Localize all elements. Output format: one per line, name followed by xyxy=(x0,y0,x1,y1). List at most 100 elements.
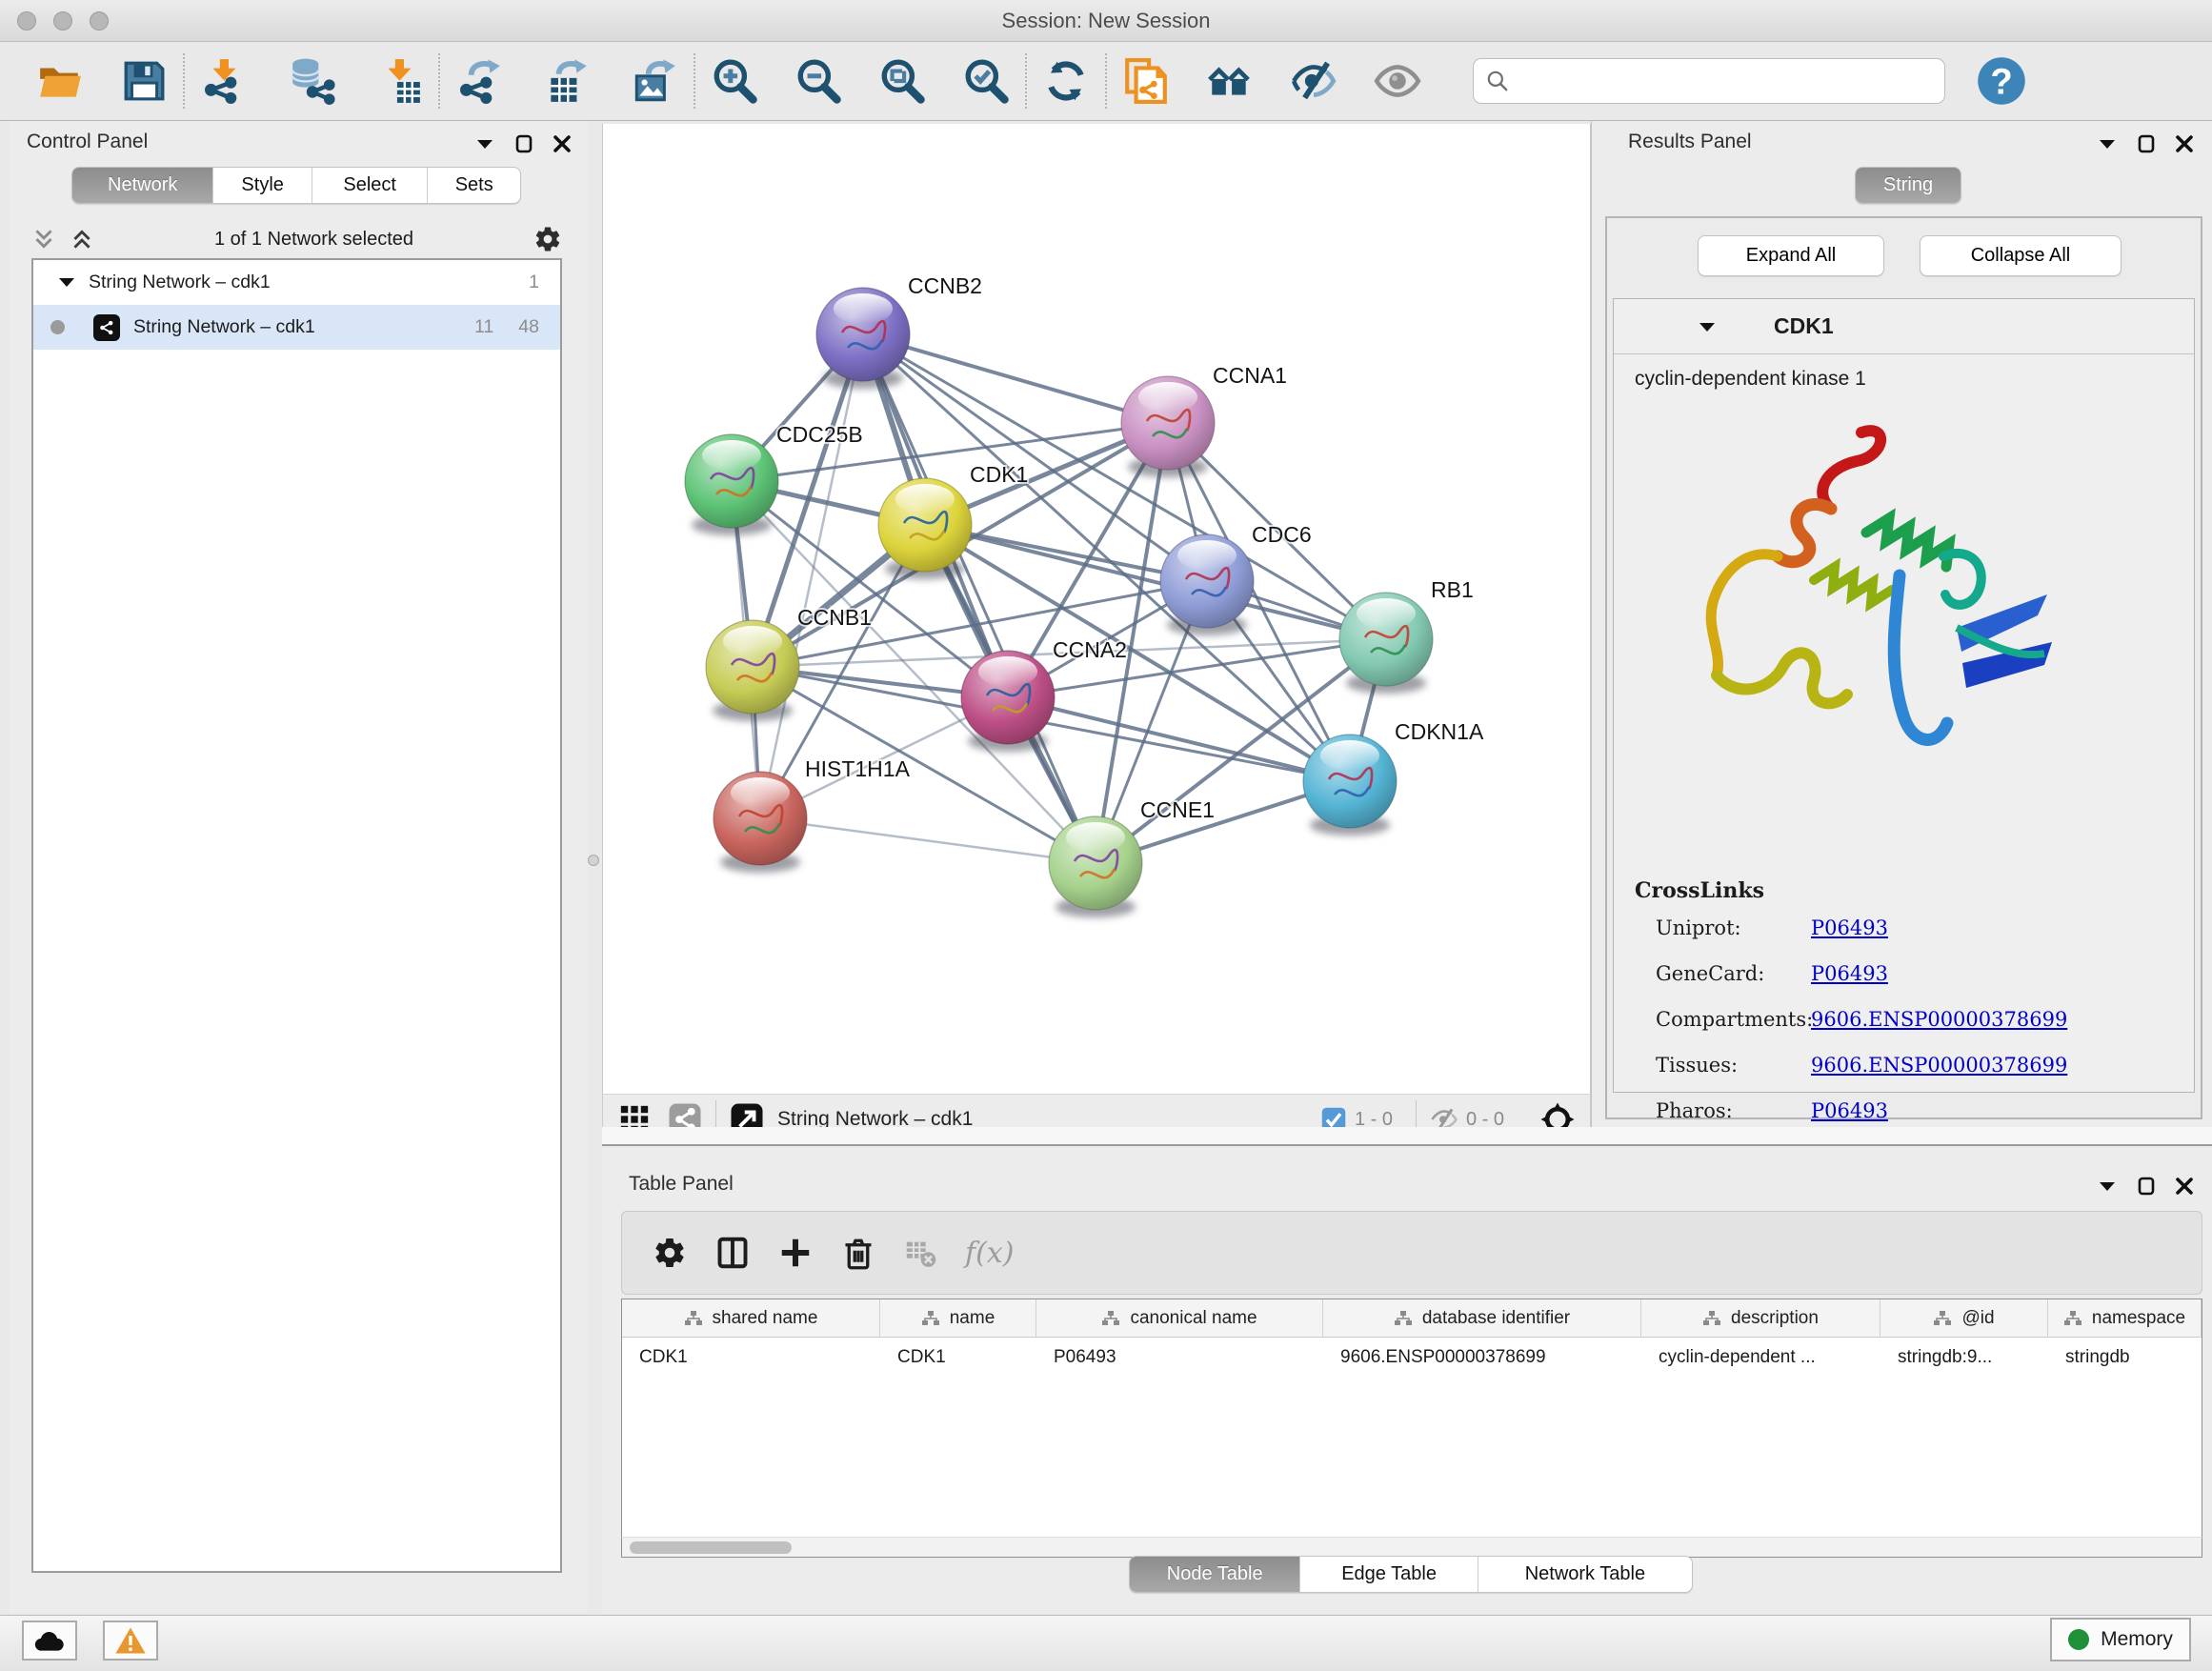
tab-node-table[interactable]: Node Table xyxy=(1130,1557,1299,1592)
table-cell[interactable]: stringdb:9... xyxy=(1880,1338,2048,1379)
cloud-status-button[interactable] xyxy=(22,1621,77,1661)
crosslink-link[interactable]: P06493 xyxy=(1811,1099,1888,1122)
memory-button[interactable]: Memory xyxy=(2050,1618,2191,1661)
column-header-shared-name[interactable]: shared name xyxy=(622,1299,880,1337)
column-header-description[interactable]: description xyxy=(1641,1299,1880,1337)
column-type-icon xyxy=(1933,1310,1952,1327)
tab-network[interactable]: Network xyxy=(72,168,212,203)
panel-float-icon[interactable] xyxy=(515,134,533,153)
panel-float-icon[interactable] xyxy=(2138,134,2155,153)
zoom-fit-button[interactable] xyxy=(873,51,932,111)
add-column-icon[interactable] xyxy=(778,1236,813,1270)
panel-close-icon[interactable] xyxy=(2176,1178,2193,1195)
network-row[interactable]: String Network – cdk1 11 48 xyxy=(33,305,560,350)
panel-close-icon[interactable] xyxy=(2176,135,2193,152)
expand-all-button[interactable]: Expand All xyxy=(1698,235,1884,276)
export-network-button[interactable] xyxy=(450,51,509,111)
table-gear-icon[interactable] xyxy=(653,1236,687,1270)
panel-menu-icon[interactable] xyxy=(2098,1179,2117,1193)
table-cell[interactable]: stringdb xyxy=(2048,1338,2202,1379)
network-edge-HIST1H1A-CCNE1[interactable] xyxy=(760,818,1096,863)
open-session-button[interactable] xyxy=(30,51,90,111)
crosslink-row: Uniprot:P06493 xyxy=(1635,916,2175,939)
copy-document-button[interactable] xyxy=(1116,51,1176,111)
tab-select[interactable]: Select xyxy=(312,168,427,203)
collapse-all-chevrons-icon[interactable] xyxy=(31,227,56,252)
column-header-namespace[interactable]: namespace xyxy=(2048,1299,2202,1337)
crosslink-link[interactable]: 9606.ENSP00000378699 xyxy=(1811,1008,2067,1031)
scrollbar-thumb[interactable] xyxy=(630,1541,792,1554)
refresh-button[interactable] xyxy=(1036,51,1096,111)
import-network-from-database-button[interactable] xyxy=(282,51,341,111)
tree-expander-icon[interactable] xyxy=(58,276,75,290)
node-result-header[interactable]: CDK1 xyxy=(1614,299,2194,354)
import-table-from-file-button[interactable] xyxy=(370,51,429,111)
panel-menu-icon[interactable] xyxy=(2098,137,2117,151)
tab-sets[interactable]: Sets xyxy=(427,168,520,203)
column-header-database-identifier[interactable]: database identifier xyxy=(1323,1299,1641,1337)
delete-column-trash-icon[interactable] xyxy=(841,1236,875,1270)
zoom-selected-button[interactable] xyxy=(956,51,1016,111)
zoom-out-button[interactable] xyxy=(789,51,848,111)
network-node-CDK1[interactable] xyxy=(878,478,972,579)
network-node-HIST1H1A[interactable] xyxy=(714,772,807,873)
help-icon: ? xyxy=(1976,55,2027,107)
table-cell[interactable]: CDK1 xyxy=(622,1338,880,1379)
node-result-name: CDK1 xyxy=(1774,313,1834,339)
crosslink-link[interactable]: P06493 xyxy=(1811,962,1888,985)
column-header--id[interactable]: @id xyxy=(1880,1299,2048,1337)
vertical-splitter-grip-left[interactable] xyxy=(588,855,599,866)
network-edge-CCNB2-HIST1H1A[interactable] xyxy=(760,334,863,818)
export-table-button[interactable] xyxy=(537,51,596,111)
show-columns-icon[interactable] xyxy=(715,1236,750,1270)
delete-table-icon[interactable] xyxy=(904,1237,936,1269)
table-cell[interactable]: 9606.ENSP00000378699 xyxy=(1323,1338,1641,1379)
save-session-button[interactable] xyxy=(114,51,173,111)
network-node-CDKN1A[interactable] xyxy=(1303,735,1397,836)
tab-edge-table[interactable]: Edge Table xyxy=(1299,1557,1477,1592)
network-node-CCNB2[interactable] xyxy=(816,288,910,389)
network-node-CDC25B[interactable] xyxy=(685,434,778,535)
close-window-button[interactable] xyxy=(17,11,36,30)
network-view-canvas[interactable]: CCNB2CCNA1CDC25BCDK1CDC6RB1CCNB1CCNA2CDK… xyxy=(602,124,1591,1094)
network-edge-CCNB2-CCNA1[interactable] xyxy=(863,334,1168,423)
table-cell[interactable]: CDK1 xyxy=(880,1338,1036,1379)
network-node-CCNA1[interactable] xyxy=(1121,376,1215,477)
search-input[interactable] xyxy=(1518,70,1933,92)
table-cell[interactable]: cyclin-dependent ... xyxy=(1641,1338,1880,1379)
network-edge-CCNB2-CCNE1[interactable] xyxy=(863,334,1096,863)
show-all-button[interactable] xyxy=(1368,51,1427,111)
gear-icon[interactable] xyxy=(533,225,562,253)
table-cell[interactable]: P06493 xyxy=(1036,1338,1323,1379)
crosslink-link[interactable]: P06493 xyxy=(1811,916,1888,939)
column-header-name[interactable]: name xyxy=(880,1299,1036,1337)
table-horizontal-scrollbar[interactable] xyxy=(621,1537,2202,1558)
network-node-CCNB1[interactable] xyxy=(706,620,799,721)
panel-menu-icon[interactable] xyxy=(475,137,494,151)
column-header-canonical-name[interactable]: canonical name xyxy=(1036,1299,1323,1337)
collapse-all-button[interactable]: Collapse All xyxy=(1920,235,2122,276)
network-node-RB1[interactable] xyxy=(1339,593,1433,694)
panel-close-icon[interactable] xyxy=(553,135,571,152)
entry-expander-icon[interactable] xyxy=(1698,320,1717,333)
zoom-in-button[interactable] xyxy=(705,51,764,111)
tab-string[interactable]: String xyxy=(1856,168,1961,203)
panel-float-icon[interactable] xyxy=(2138,1177,2155,1196)
function-builder-icon[interactable]: f(x) xyxy=(965,1237,1014,1270)
maximize-window-button[interactable] xyxy=(90,11,109,30)
minimize-window-button[interactable] xyxy=(53,11,72,30)
crosslink-link[interactable]: 9606.ENSP00000378699 xyxy=(1811,1054,2067,1077)
network-node-CCNA2[interactable] xyxy=(961,651,1055,752)
tab-style[interactable]: Style xyxy=(212,168,312,203)
export-image-button[interactable] xyxy=(625,51,684,111)
import-network-from-file-button[interactable] xyxy=(194,51,253,111)
network-node-CCNE1[interactable] xyxy=(1049,816,1142,917)
help-button[interactable]: ? xyxy=(1976,55,2027,107)
network-collection-row[interactable]: String Network – cdk1 1 xyxy=(33,260,560,305)
expand-all-chevrons-icon[interactable] xyxy=(70,227,94,252)
network-node-CDC6[interactable] xyxy=(1160,534,1254,635)
tab-network-table[interactable]: Network Table xyxy=(1478,1557,1692,1592)
hide-selected-button[interactable] xyxy=(1284,51,1343,111)
warnings-button[interactable] xyxy=(103,1621,158,1661)
home-button[interactable] xyxy=(1200,51,1259,111)
